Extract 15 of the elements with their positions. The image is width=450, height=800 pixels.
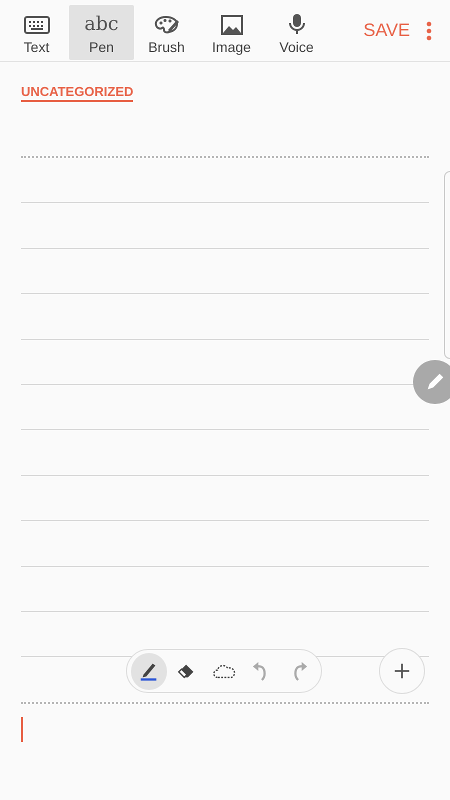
text-cursor — [21, 717, 23, 742]
pen-tool-button[interactable] — [131, 652, 168, 690]
toolbar-tab[interactable]: abc Pen — [69, 5, 134, 60]
toolbar-tab[interactable]: Text — [4, 5, 69, 60]
pencil-button[interactable] — [413, 360, 450, 404]
plus-icon — [393, 662, 411, 680]
toolbar-tab[interactable]: Voice — [264, 5, 329, 60]
toolbar-tab[interactable]: Image — [199, 5, 264, 60]
more-options-icon[interactable] — [426, 20, 432, 40]
keyboard-icon — [24, 15, 50, 35]
toolbar-tab[interactable]: Brush — [134, 5, 199, 60]
palette-icon — [154, 15, 180, 35]
microphone-icon — [286, 13, 306, 35]
image-icon — [220, 15, 242, 35]
add-button[interactable] — [379, 648, 425, 694]
